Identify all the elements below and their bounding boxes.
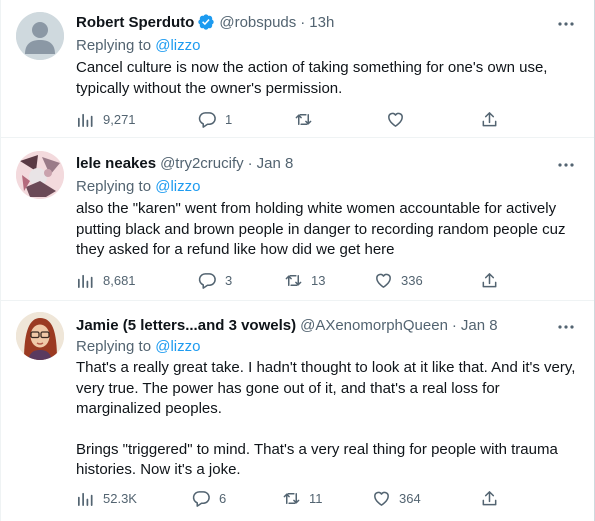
tweet-text: That's a really great take. I hadn't tho… (76, 358, 576, 481)
retweet-button[interactable] (294, 109, 321, 129)
more-dots-icon[interactable] (556, 14, 576, 34)
replying-label: Replying to (76, 178, 156, 195)
reply-count: 3 (225, 272, 233, 288)
bar-chart-icon (76, 110, 95, 129)
reply-button[interactable]: 6 (192, 488, 226, 508)
mention-link[interactable]: @lizzo (155, 37, 200, 54)
retweet-count: 13 (311, 272, 326, 288)
retweet-button[interactable]: 13 (284, 270, 325, 290)
tweet-header: Jamie (5 letters...and 3 vowels) @AXenom… (76, 314, 498, 336)
display-name[interactable]: Jamie (5 letters...and 3 vowels) (76, 317, 296, 334)
tweet-header: Robert Sperduto @robspuds · 13h (76, 11, 334, 33)
heart-icon (386, 110, 405, 129)
replying-to: Replying to @lizzo (76, 338, 200, 355)
heart-icon (374, 271, 393, 290)
speech-bubble-icon (198, 110, 217, 129)
speech-bubble-icon (192, 489, 211, 508)
tweet[interactable]: Jamie (5 letters...and 3 vowels) @AXenom… (0, 301, 594, 521)
retweet-button[interactable]: 11 (282, 488, 323, 508)
timestamp[interactable]: 13h (309, 14, 334, 31)
action-bar: 8,681 3 13 336 (76, 270, 506, 290)
handle[interactable]: @try2crucify (160, 155, 244, 172)
tweet-paragraph: Brings "triggered" to mind. That's a ver… (76, 440, 558, 479)
avatar[interactable] (16, 312, 64, 360)
action-bar: 52.3K 6 11 364 (76, 488, 506, 508)
timestamp[interactable]: Jan 8 (461, 317, 498, 334)
handle[interactable]: @AXenomorphQueen (300, 317, 448, 334)
timestamp[interactable]: Jan 8 (257, 155, 294, 172)
like-button[interactable]: 364 (372, 488, 421, 508)
more-dots-icon[interactable] (556, 155, 576, 175)
default-avatar-icon (16, 12, 64, 60)
avatar[interactable] (16, 12, 64, 60)
retweet-icon (284, 271, 303, 290)
tweet-paragraph: also the "karen" went from holding white… (76, 200, 566, 258)
share-icon (480, 271, 499, 290)
retweet-icon (294, 110, 313, 129)
like-button[interactable]: 336 (374, 270, 423, 290)
like-button[interactable] (386, 109, 413, 129)
bar-chart-icon (76, 489, 95, 508)
share-icon (480, 489, 499, 508)
display-name[interactable]: lele neakes (76, 155, 156, 172)
share-button[interactable] (480, 488, 499, 508)
replying-to: Replying to @lizzo (76, 178, 200, 195)
retweet-icon (282, 489, 301, 508)
reply-button[interactable]: 3 (198, 270, 232, 290)
views-button[interactable]: 52.3K (76, 488, 137, 508)
more-dots-icon[interactable] (556, 317, 576, 337)
separator: · (300, 13, 306, 31)
profile-photo (16, 312, 64, 360)
mention-link[interactable]: @lizzo (155, 178, 200, 195)
reply-count: 1 (225, 111, 233, 127)
profile-photo (16, 151, 64, 199)
tweet[interactable]: lele neakes @try2crucify · Jan 8 Replyin… (0, 138, 594, 301)
reply-count: 6 (219, 490, 227, 506)
tweet-paragraph: That's a really great take. I hadn't tho… (76, 359, 576, 417)
share-button[interactable] (480, 109, 499, 129)
share-button[interactable] (480, 270, 499, 290)
share-icon (480, 110, 499, 129)
verified-badge-icon (197, 13, 215, 31)
replying-to: Replying to @lizzo (76, 37, 200, 54)
mention-link[interactable]: @lizzo (155, 338, 200, 355)
tweet-header: lele neakes @try2crucify · Jan 8 (76, 152, 293, 174)
action-bar: 9,271 1 (76, 109, 506, 129)
speech-bubble-icon (198, 271, 217, 290)
tweet-text: Cancel culture is now the action of taki… (76, 58, 576, 99)
replying-label: Replying to (76, 338, 156, 355)
views-button[interactable]: 8,681 (76, 270, 136, 290)
tweet[interactable]: Robert Sperduto @robspuds · 13h Replying… (0, 0, 594, 138)
retweet-count: 11 (309, 490, 323, 506)
handle[interactable]: @robspuds (219, 14, 296, 31)
heart-icon (372, 489, 391, 508)
replying-label: Replying to (76, 37, 156, 54)
separator: · (451, 316, 457, 334)
separator: · (247, 154, 253, 172)
bar-chart-icon (76, 271, 95, 290)
views-count: 8,681 (103, 272, 136, 288)
views-count: 9,271 (103, 111, 136, 127)
like-count: 336 (401, 272, 423, 288)
display-name[interactable]: Robert Sperduto (76, 14, 194, 31)
tweet-text: also the "karen" went from holding white… (76, 199, 576, 261)
tweet-paragraph: Cancel culture is now the action of taki… (76, 59, 548, 97)
reply-button[interactable]: 1 (198, 109, 232, 129)
avatar[interactable] (16, 151, 64, 199)
like-count: 364 (399, 490, 421, 506)
views-button[interactable]: 9,271 (76, 109, 136, 129)
views-count: 52.3K (103, 490, 137, 506)
